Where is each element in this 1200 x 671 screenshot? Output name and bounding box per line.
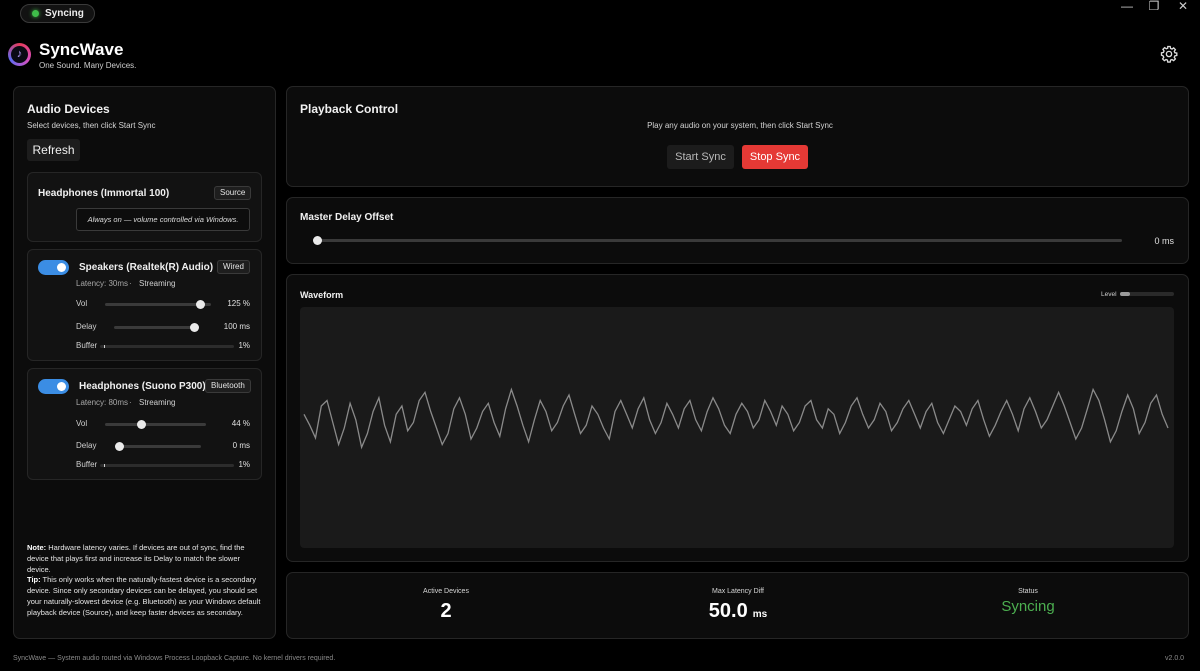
level-meter — [1120, 292, 1174, 296]
footer-text: SyncWave — System audio routed via Windo… — [13, 655, 336, 662]
device-name: Speakers (Realtek(R) Audio) — [79, 262, 214, 273]
delay-label: Delay — [76, 322, 97, 331]
delay-slider-thumb[interactable] — [189, 323, 199, 332]
master-delay-panel — [286, 197, 1189, 264]
device-separator: · — [129, 398, 132, 407]
max-latency-unit: ms — [752, 609, 768, 620]
master-delay-slider[interactable] — [313, 236, 1122, 245]
stop-sync-button[interactable]: Stop Sync — [742, 145, 808, 169]
status-dot-icon — [32, 10, 39, 17]
delay-slider[interactable] — [114, 323, 199, 332]
source-device-card: Headphones (Immortal 100) Source Always … — [27, 172, 262, 242]
device-enable-toggle[interactable] — [38, 379, 69, 394]
gear-icon[interactable] — [1160, 45, 1178, 63]
device-enable-toggle[interactable] — [38, 260, 69, 275]
device-latency: Latency: 30ms — [76, 279, 129, 288]
tip-label: Tip: — [27, 575, 41, 585]
vol-slider[interactable] — [105, 300, 211, 309]
vol-value: 125 % — [227, 299, 250, 308]
sync-help-note: Note: Hardware latency varies. If device… — [27, 543, 262, 619]
delay-label: Delay — [76, 441, 97, 450]
note-text: Hardware latency varies. If devices are … — [27, 543, 245, 574]
playback-control-panel — [286, 86, 1189, 187]
app-title: SyncWave — [39, 40, 124, 59]
waveform-display — [300, 307, 1174, 548]
max-latency-label: Max Latency Diff — [711, 588, 764, 595]
buffer-value: 1% — [238, 341, 250, 350]
device-tag: Bluetooth — [205, 379, 251, 393]
active-devices-label: Active Devices — [423, 588, 469, 595]
device-name: Headphones (Suono P300) — [79, 381, 206, 392]
app-subtitle: One Sound. Many Devices. — [39, 61, 137, 70]
playback-title: Playback Control — [300, 102, 399, 116]
max-latency-number: 50.0 — [708, 600, 748, 622]
waveform-line — [303, 387, 1169, 450]
version-label: v2.0.0 — [1165, 655, 1185, 662]
vol-label: Vol — [76, 419, 88, 428]
delay-value: 100 ms — [223, 322, 250, 331]
vol-slider[interactable] — [105, 420, 206, 429]
device-latency: Latency: 80ms — [76, 398, 129, 407]
device-state: Streaming — [139, 279, 176, 288]
buffer-label: Buffer — [76, 460, 98, 469]
waveform-title: Waveform — [300, 290, 344, 300]
audio-devices-title: Audio Devices — [27, 102, 110, 116]
vol-slider-thumb[interactable] — [137, 420, 147, 429]
source-tag: Source — [214, 186, 252, 200]
playback-hint: Play any audio on your system, then clic… — [647, 121, 833, 130]
device-state: Streaming — [139, 398, 176, 407]
vol-slider-thumb[interactable] — [196, 300, 206, 309]
app-logo-icon: ♪ — [8, 43, 31, 66]
max-latency-value: 50.0 ms — [658, 600, 818, 623]
close-button[interactable]: ✕ — [1166, 0, 1200, 14]
waveform-svg — [303, 387, 1169, 450]
tip-text: This only works when the naturally-faste… — [27, 575, 261, 617]
status-value: Syncing — [1001, 598, 1055, 615]
vol-value: 44 % — [231, 419, 250, 428]
delay-slider[interactable] — [115, 442, 201, 451]
status-label: Status — [1018, 588, 1038, 595]
active-devices-value: 2 — [440, 600, 452, 622]
delay-slider-thumb[interactable] — [115, 442, 124, 451]
vol-label: Vol — [76, 299, 88, 308]
master-delay-value: 0 ms — [1154, 236, 1174, 246]
device-card: Headphones (Suono P300) Bluetooth Latenc… — [27, 368, 262, 480]
status-pill-label: Syncing — [45, 8, 84, 19]
start-sync-button[interactable]: Start Sync — [667, 145, 734, 169]
level-meter-fill — [1120, 292, 1130, 296]
device-separator: · — [129, 279, 132, 288]
master-delay-slider-thumb[interactable] — [313, 236, 322, 245]
source-device-name: Headphones (Immortal 100) — [38, 188, 170, 199]
status-pill: Syncing — [20, 4, 95, 23]
master-delay-title: Master Delay Offset — [300, 212, 394, 223]
source-info-box: Always on — volume controlled via Window… — [76, 208, 250, 231]
level-label: Level — [1101, 291, 1117, 298]
audio-devices-subtitle: Select devices, then click Start Sync — [27, 121, 156, 130]
note-label: Note: — [27, 543, 47, 552]
device-card: Speakers (Realtek(R) Audio) Wired Latenc… — [27, 249, 262, 361]
buffer-value: 1% — [238, 460, 250, 469]
delay-value: 0 ms — [232, 441, 250, 450]
device-tag: Wired — [217, 260, 250, 274]
buffer-label: Buffer — [76, 341, 98, 350]
refresh-button[interactable]: Refresh — [27, 139, 80, 161]
